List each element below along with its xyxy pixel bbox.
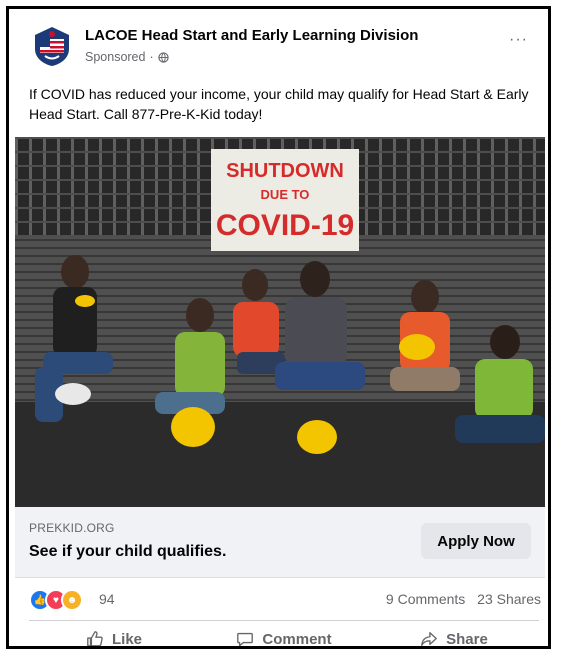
sign-line3: COVID-19	[216, 209, 354, 242]
globe-icon	[157, 51, 169, 63]
comment-label: Comment	[262, 630, 332, 648]
share-icon	[421, 632, 438, 646]
engagement-row: 👍 ♥ ☻ 94 9 Comments 23 Shares	[29, 587, 548, 611]
apply-now-button[interactable]: Apply Now	[421, 523, 531, 559]
like-label: Like	[111, 630, 142, 648]
separator-dot: ·	[149, 50, 154, 64]
post-header: LACOE Head Start and Early Learning Divi…	[9, 9, 548, 73]
like-icon	[87, 631, 103, 646]
comment-share-counts: 9 Comments 23 Shares	[378, 591, 541, 607]
sign-line2: DUE TO	[261, 187, 310, 202]
comment-button[interactable]: Comment	[199, 623, 369, 648]
haha-reaction-icon: ☻	[61, 589, 83, 611]
shutdown-sign: SHUTDOWN DUE TO COVID-19	[211, 149, 359, 251]
share-label: Share	[446, 630, 488, 648]
share-button[interactable]: Share	[369, 623, 539, 648]
reaction-icons[interactable]: 👍 ♥ ☻	[29, 589, 83, 611]
comment-icon	[237, 632, 254, 646]
post-message: If COVID has reduced your income, your c…	[29, 86, 529, 122]
link-domain: PREKKID.ORG	[29, 521, 115, 535]
link-preview[interactable]: PREKKID.ORG See if your child qualifies.…	[15, 507, 545, 578]
page-name[interactable]: LACOE Head Start and Early Learning Divi…	[85, 27, 418, 44]
actions-divider	[29, 620, 539, 621]
like-button[interactable]: Like	[29, 623, 199, 648]
reaction-count[interactable]: 94	[99, 591, 115, 607]
post-actions: Like Comment Share	[29, 623, 539, 648]
sponsored-text: Sponsored	[85, 50, 146, 64]
shares-count[interactable]: 23 Shares	[477, 591, 541, 607]
sign-line1: SHUTDOWN	[226, 160, 344, 182]
sponsored-label[interactable]: Sponsored ·	[85, 50, 169, 64]
more-options-icon[interactable]: ···	[509, 32, 528, 48]
comments-count[interactable]: 9 Comments	[386, 591, 465, 607]
organization-logo[interactable]	[31, 25, 73, 67]
ad-photo: SHUTDOWN DUE TO COVID-19	[15, 137, 545, 507]
ad-image[interactable]: SHUTDOWN DUE TO COVID-19	[15, 137, 545, 507]
link-headline[interactable]: See if your child qualifies.	[29, 543, 226, 561]
facebook-post-card: LACOE Head Start and Early Learning Divi…	[6, 6, 551, 649]
